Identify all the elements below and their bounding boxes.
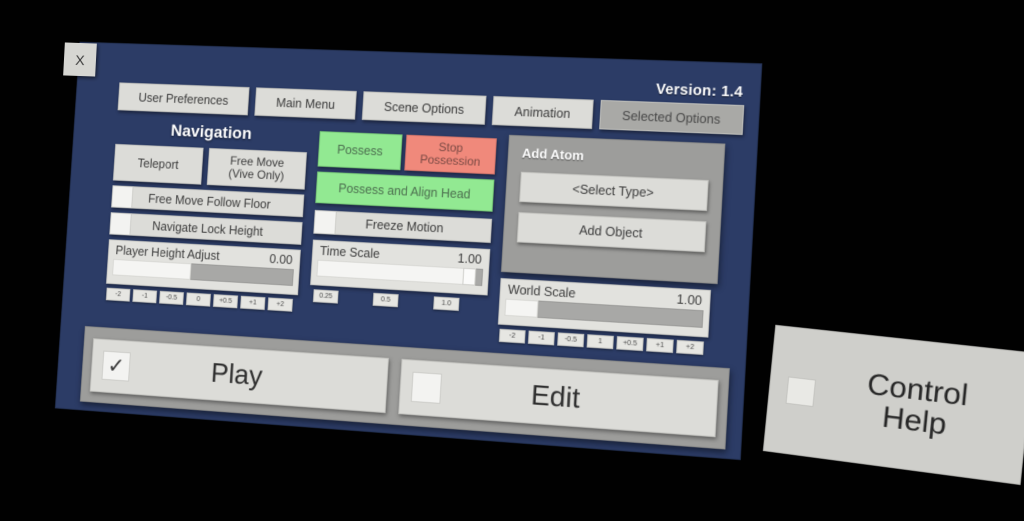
main-panel-container: Version: 1.4 User Preferences Main Menu … — [55, 42, 762, 459]
navigate-lock-height-checkbox[interactable] — [109, 212, 132, 236]
add-object-button[interactable]: Add Object — [516, 212, 707, 253]
preset-button[interactable]: +0.5 — [212, 294, 239, 309]
tab-user-preferences[interactable]: User Preferences — [117, 82, 250, 116]
preset-button[interactable]: +1 — [240, 295, 266, 311]
time-scale-fill — [316, 259, 477, 286]
play-mode-button[interactable]: ✓ Play — [89, 337, 389, 413]
edit-mode-button[interactable]: Edit — [397, 358, 719, 437]
free-move-label-line2: (Vive Only) — [228, 166, 285, 183]
navigate-lock-height-label: Navigate Lock Height — [151, 218, 264, 239]
navigation-heading: Navigation — [170, 121, 253, 143]
add-atom-panel: Add Atom <Select Type> Add Object — [500, 134, 726, 285]
possess-button[interactable]: Possess — [317, 131, 403, 171]
preset-button[interactable]: +2 — [267, 297, 293, 312]
panel-content: Navigation Teleport Free Move (Vive Only… — [104, 119, 743, 362]
main-panel: Version: 1.4 User Preferences Main Menu … — [55, 42, 762, 459]
freeze-motion-row[interactable]: Freeze Motion — [313, 209, 493, 244]
freeze-motion-checkbox[interactable] — [313, 209, 337, 235]
free-move-button[interactable]: Free Move (Vive Only) — [206, 147, 307, 190]
world-scale-preset-row: -2 -1 -0.5 1 +0.5 +1 +2 — [498, 328, 710, 356]
stop-possession-button[interactable]: Stop Possession — [404, 134, 497, 175]
player-height-adjust-fill — [112, 258, 192, 280]
possess-and-align-head-button[interactable]: Possess and Align Head — [315, 171, 495, 212]
time-scale-slider-group: Time Scale 1.00 — [310, 239, 491, 296]
time-scale-track[interactable] — [316, 259, 484, 287]
time-scale-knob[interactable] — [462, 267, 477, 286]
time-scale-preset-row: 0.25 0.5 1.0 — [312, 289, 491, 313]
free-move-follow-floor-row[interactable]: Free Move Follow Floor — [111, 185, 305, 218]
control-help-label-line2: Help — [880, 400, 949, 442]
world-scale-track[interactable] — [504, 298, 704, 328]
teleport-button[interactable]: Teleport — [112, 143, 204, 185]
edit-checkbox[interactable] — [410, 371, 442, 404]
preset-button[interactable]: +2 — [676, 339, 704, 356]
preset-button[interactable]: -1 — [527, 330, 555, 346]
preset-button[interactable]: 1 — [586, 334, 614, 350]
stop-possession-label-line1: Stop — [438, 139, 464, 155]
close-icon[interactable]: X — [63, 42, 97, 77]
player-height-adjust-slider-group: Player Height Adjust 0.00 — [106, 239, 301, 296]
preset-button[interactable]: -0.5 — [557, 332, 585, 348]
control-help-label: Control Help — [812, 363, 1024, 451]
control-help-button[interactable]: Control Help — [762, 324, 1024, 486]
add-atom-title: Add Atom — [521, 145, 585, 164]
preset-button[interactable]: 1.0 — [433, 296, 460, 311]
time-scale-value: 1.00 — [457, 251, 483, 267]
stop-possession-label-line2: Possession — [419, 152, 481, 169]
tab-scene-options[interactable]: Scene Options — [361, 91, 487, 125]
free-move-follow-floor-checkbox[interactable] — [111, 185, 134, 209]
play-label: Play — [210, 357, 264, 392]
tab-animation[interactable]: Animation — [491, 95, 594, 130]
preset-button[interactable]: -1 — [132, 289, 158, 304]
vr-ui-stage: Version: 1.4 User Preferences Main Menu … — [0, 0, 1024, 521]
edit-label: Edit — [530, 378, 581, 414]
bottom-mode-bar: ✓ Play Edit — [79, 326, 730, 450]
preset-button[interactable]: +1 — [646, 337, 674, 354]
world-scale-slider-group: World Scale 1.00 — [497, 277, 711, 338]
preset-button[interactable]: +0.5 — [616, 336, 644, 352]
version-label: Version: 1.4 — [655, 81, 744, 101]
tab-main-menu[interactable]: Main Menu — [254, 87, 357, 120]
free-move-follow-floor-label: Free Move Follow Floor — [147, 191, 271, 212]
preset-button[interactable]: 0.5 — [372, 292, 399, 308]
select-type-button[interactable]: <Select Type> — [519, 171, 709, 211]
preset-button[interactable]: 0 — [185, 292, 211, 307]
preset-button[interactable]: -2 — [105, 287, 131, 302]
player-height-adjust-value: 0.00 — [269, 252, 293, 268]
preset-button[interactable]: -0.5 — [159, 290, 184, 305]
freeze-motion-label: Freeze Motion — [365, 217, 444, 236]
time-scale-label: Time Scale — [319, 243, 381, 262]
preset-button[interactable]: -2 — [498, 328, 526, 344]
world-scale-fill — [504, 298, 539, 318]
world-scale-value: 1.00 — [676, 292, 703, 309]
preset-button[interactable]: 0.25 — [312, 289, 339, 304]
control-help-checkbox[interactable] — [785, 376, 817, 408]
tab-selected-options[interactable]: Selected Options — [598, 99, 745, 135]
world-scale-label: World Scale — [507, 282, 576, 301]
control-help-container: Control Help — [762, 324, 1024, 486]
